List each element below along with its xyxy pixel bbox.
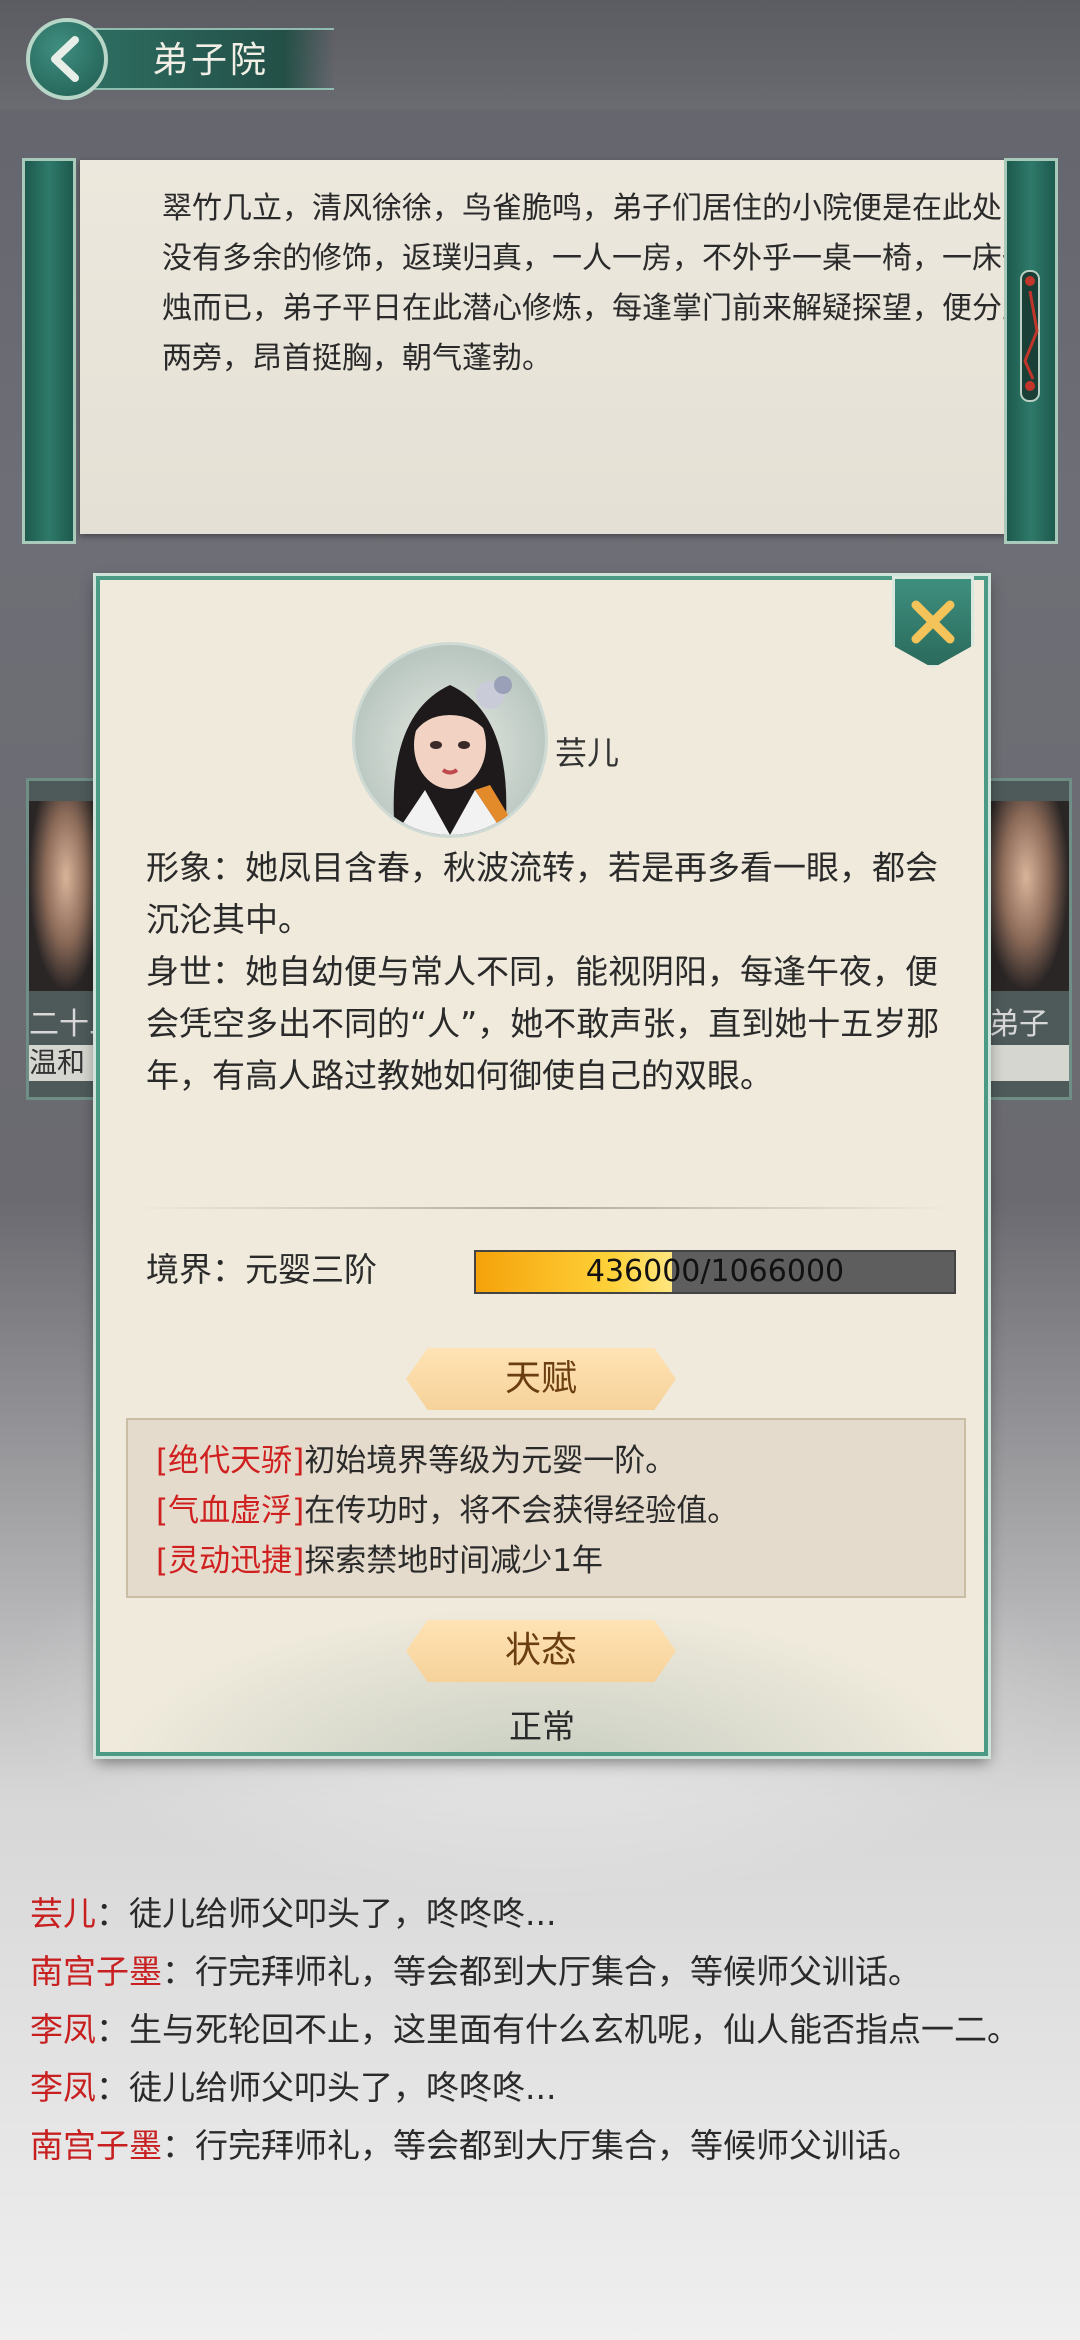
dialogue-text: ：行完拜师礼，等会都到大厅集合，等候师父训话。 (162, 2126, 921, 2165)
talent-name: [灵动迅捷] (156, 1543, 305, 1579)
appearance-text: 形象：她凤目含春，秋波流转，若是再多看一眼，都会沉沦其中。 (146, 848, 938, 939)
dialogue-line: 李凤：生与死轮回不止，这里面有什么玄机呢，仙人能否指点一二。 (30, 2004, 1050, 2056)
avatar (352, 642, 548, 838)
background-text: 身世：她自幼便与常人不同，能视阴阳，每逢午夜，便会凭空多出不同的“人”，她不敢声… (146, 952, 940, 1095)
disciple-portrait (983, 801, 1069, 991)
dialogue-line: 南宫子墨：行完拜师礼，等会都到大厅集合，等候师父训话。 (30, 2120, 1050, 2172)
talent-list: [绝代天骄]初始境界等级为元婴一阶。 [气血虚浮]在传功时，将不会获得经验值。 … (126, 1418, 966, 1598)
status-value: 正常 (509, 1707, 575, 1746)
disciple-card-tag: 温和 (29, 1045, 103, 1081)
divider (130, 1207, 954, 1209)
exp-progress-text: 436000/1066000 (585, 1254, 845, 1289)
scroll-roller-left (22, 158, 76, 544)
scroll-paper: 翠竹几立，清风徐徐，鸟雀脆鸣，弟子们居住的小院便是在此处，没有多余的修饰，返璞归… (80, 160, 1032, 534)
speaker-name: 南宫子墨 (30, 2126, 162, 2165)
dialogue-line: 南宫子墨：行完拜师礼，等会都到大厅集合，等候师父训话。 (30, 1946, 1050, 1998)
back-button[interactable] (26, 18, 108, 100)
disciple-card-label: 二十二 (29, 1007, 103, 1042)
talent-section-title: 天赋 (406, 1348, 676, 1410)
talent-item: [灵动迅捷]探索禁地时间减少1年 (156, 1536, 964, 1586)
dialogue-text: ：徒儿给师父叩头了，咚咚咚... (96, 2068, 557, 2107)
tassel-icon (1020, 270, 1040, 402)
dialogue-text: ：行完拜师礼，等会都到大厅集合，等候师父训话。 (162, 1952, 921, 1991)
disciple-card-right[interactable]: 弟子 (980, 778, 1072, 1100)
dialogue-log: 芸儿：徒儿给师父叩头了，咚咚咚... 南宫子墨：行完拜师礼，等会都到大厅集合，等… (30, 1888, 1050, 2178)
chevron-left-icon (51, 36, 79, 82)
talent-name: [绝代天骄] (156, 1443, 305, 1479)
close-button[interactable] (892, 576, 974, 668)
dialogue-text: ：徒儿给师父叩头了，咚咚咚... (96, 1894, 557, 1933)
dialogue-line: 李凤：徒儿给师父叩头了，咚咚咚... (30, 2062, 1050, 2114)
talent-name: [气血虚浮] (156, 1493, 305, 1529)
location-description: 翠竹几立，清风徐徐，鸟雀脆鸣，弟子们居住的小院便是在此处，没有多余的修饰，返璞归… (162, 191, 1032, 376)
speaker-name: 南宫子墨 (30, 1952, 162, 1991)
realm-label: 境界：元婴三阶 (146, 1250, 377, 1289)
speaker-name: 李凤 (30, 2068, 96, 2107)
disciple-card-left[interactable]: 二十二 温和 (26, 778, 106, 1100)
page-title: 弟子院 (84, 28, 334, 90)
header-bar: 弟子院 (26, 18, 334, 100)
status-section-title: 状态 (406, 1620, 676, 1682)
disciple-card-tag (983, 1045, 1069, 1081)
talent-item: [绝代天骄]初始境界等级为元婴一阶。 (156, 1436, 964, 1486)
close-icon (911, 600, 955, 644)
talent-desc: 在传功时，将不会获得经验值。 (304, 1493, 739, 1529)
avatar-portrait-icon (393, 676, 520, 835)
talent-desc: 探索禁地时间减少1年 (304, 1543, 603, 1579)
speaker-name: 芸儿 (30, 1894, 96, 1933)
talent-desc: 初始境界等级为元婴一阶。 (304, 1443, 677, 1479)
scroll-roller-right (1004, 158, 1058, 544)
talent-item: [气血虚浮]在传功时，将不会获得经验值。 (156, 1486, 964, 1536)
disciple-portrait (29, 801, 103, 991)
disciple-name: 芸儿 (555, 734, 620, 772)
dialogue-text: ：生与死轮回不止，这里面有什么玄机呢，仙人能否指点一二。 (96, 2010, 1020, 2049)
dialogue-line: 芸儿：徒儿给师父叩头了，咚咚咚... (30, 1888, 1050, 1940)
disciple-card-label: 弟子 (989, 1007, 1049, 1042)
exp-progress-bar: 436000/1066000 (474, 1250, 956, 1294)
location-description-scroll: 翠竹几立，清风徐徐，鸟雀脆鸣，弟子们居住的小院便是在此处，没有多余的修饰，返璞归… (22, 158, 1058, 546)
speaker-name: 李凤 (30, 2010, 96, 2049)
disciple-detail-dialog: 芸儿 形象：她凤目含春，秋波流转，若是再多看一眼，都会沉沦其中。 身世：她自幼便… (96, 576, 988, 1756)
